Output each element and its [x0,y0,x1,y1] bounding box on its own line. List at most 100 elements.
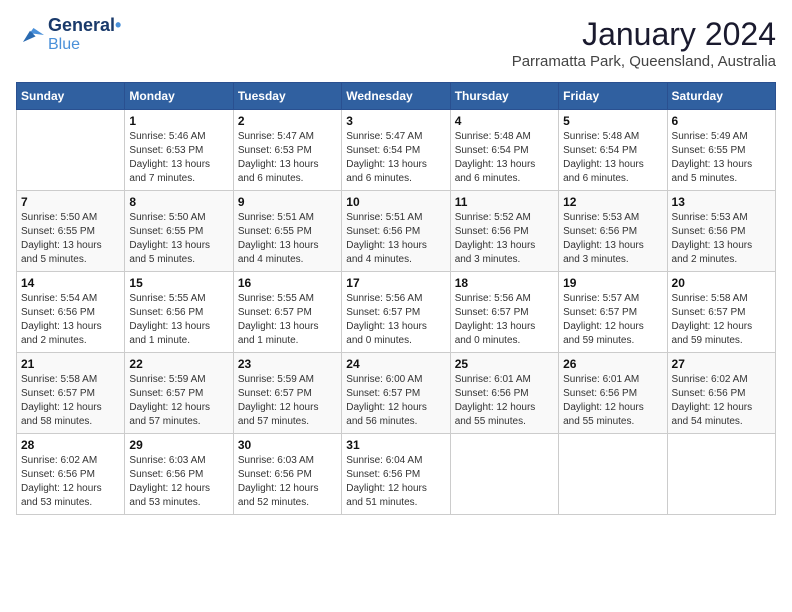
calendar-cell: 27 Sunrise: 6:02 AM Sunset: 6:56 PM Dayli… [667,353,775,434]
day-info: Sunrise: 6:01 AM Sunset: 6:56 PM Dayligh… [455,373,554,429]
month-title: January 2024 [512,16,776,53]
day-info: Sunrise: 5:51 AM Sunset: 6:56 PM Dayligh… [346,211,445,267]
day-number: 30 [238,438,337,452]
day-number: 16 [238,276,337,290]
day-info: Sunrise: 5:46 AM Sunset: 6:53 PM Dayligh… [129,130,228,186]
day-number: 8 [129,195,228,209]
day-number: 7 [21,195,120,209]
day-number: 15 [129,276,228,290]
day-number: 5 [563,114,662,128]
calendar-cell: 18 Sunrise: 5:56 AM Sunset: 6:57 PM Dayli… [450,272,558,353]
day-info: Sunrise: 5:53 AM Sunset: 6:56 PM Dayligh… [563,211,662,267]
calendar-cell: 20Sunrise: 5:58 AM Sunset: 6:57 PM Dayli… [667,272,775,353]
day-number: 6 [672,114,771,128]
calendar-table: SundayMondayTuesdayWednesdayThursdayFrid… [16,82,776,515]
day-number: 1 [129,114,228,128]
day-number: 14 [21,276,120,290]
calendar-cell: 22 Sunrise: 5:59 AM Sunset: 6:57 PM Dayli… [125,353,233,434]
day-number: 21 [21,357,120,371]
day-info: Sunrise: 5:49 AM Sunset: 6:55 PM Dayligh… [672,130,771,186]
calendar-cell [17,110,125,191]
day-info: Sunrise: 6:02 AM Sunset: 6:56 PM Dayligh… [21,454,120,510]
calendar-cell: 8 Sunrise: 5:50 AM Sunset: 6:55 PM Daylig… [125,191,233,272]
day-info: Sunrise: 5:58 AM Sunset: 6:57 PM Dayligh… [672,292,771,348]
day-number: 23 [238,357,337,371]
day-info: Sunrise: 5:56 AM Sunset: 6:57 PM Dayligh… [455,292,554,348]
day-info: Sunrise: 5:50 AM Sunset: 6:55 PM Dayligh… [21,211,120,267]
day-info: Sunrise: 5:47 AM Sunset: 6:54 PM Dayligh… [346,130,445,186]
calendar-cell: 11 Sunrise: 5:52 AM Sunset: 6:56 PM Dayli… [450,191,558,272]
calendar-cell: 3 Sunrise: 5:47 AM Sunset: 6:54 PM Daylig… [342,110,450,191]
day-number: 26 [563,357,662,371]
calendar-cell: 21Sunrise: 5:58 AM Sunset: 6:57 PM Dayli… [17,353,125,434]
day-number: 28 [21,438,120,452]
location-title: Parramatta Park, Queensland, Australia [512,53,776,70]
calendar-cell: 14 Sunrise: 5:54 AM Sunset: 6:56 PM Dayli… [17,272,125,353]
week-row-1: 1 Sunrise: 5:46 AM Sunset: 6:53 PM Daylig… [17,110,776,191]
day-header-thursday: Thursday [450,83,558,110]
day-number: 12 [563,195,662,209]
day-info: Sunrise: 5:54 AM Sunset: 6:56 PM Dayligh… [21,292,120,348]
calendar-cell: 13 Sunrise: 5:53 AM Sunset: 6:56 PM Dayli… [667,191,775,272]
day-number: 19 [563,276,662,290]
calendar-cell: 19 Sunrise: 5:57 AM Sunset: 6:57 PM Dayli… [559,272,667,353]
calendar-cell: 23Sunrise: 5:59 AM Sunset: 6:57 PM Dayli… [233,353,341,434]
week-row-3: 14 Sunrise: 5:54 AM Sunset: 6:56 PM Dayli… [17,272,776,353]
day-number: 25 [455,357,554,371]
day-info: Sunrise: 5:59 AM Sunset: 6:57 PM Dayligh… [129,373,228,429]
week-row-5: 28 Sunrise: 6:02 AM Sunset: 6:56 PM Dayli… [17,434,776,515]
day-number: 24 [346,357,445,371]
calendar-cell: 7 Sunrise: 5:50 AM Sunset: 6:55 PM Daylig… [17,191,125,272]
calendar-cell: 1 Sunrise: 5:46 AM Sunset: 6:53 PM Daylig… [125,110,233,191]
day-number: 2 [238,114,337,128]
day-info: Sunrise: 6:01 AM Sunset: 6:56 PM Dayligh… [563,373,662,429]
day-number: 18 [455,276,554,290]
calendar-cell: 6 Sunrise: 5:49 AM Sunset: 6:55 PM Daylig… [667,110,775,191]
day-info: Sunrise: 6:02 AM Sunset: 6:56 PM Dayligh… [672,373,771,429]
day-info: Sunrise: 5:57 AM Sunset: 6:57 PM Dayligh… [563,292,662,348]
day-info: Sunrise: 6:00 AM Sunset: 6:57 PM Dayligh… [346,373,445,429]
day-info: Sunrise: 5:48 AM Sunset: 6:54 PM Dayligh… [563,130,662,186]
day-number: 13 [672,195,771,209]
calendar-cell: 24 Sunrise: 6:00 AM Sunset: 6:57 PM Dayli… [342,353,450,434]
week-row-4: 21Sunrise: 5:58 AM Sunset: 6:57 PM Dayli… [17,353,776,434]
calendar-cell: 9 Sunrise: 5:51 AM Sunset: 6:55 PM Daylig… [233,191,341,272]
calendar-cell: 17Sunrise: 5:56 AM Sunset: 6:57 PM Dayli… [342,272,450,353]
calendar-cell: 29 Sunrise: 6:03 AM Sunset: 6:56 PM Dayli… [125,434,233,515]
day-number: 22 [129,357,228,371]
day-number: 31 [346,438,445,452]
calendar-cell: 25 Sunrise: 6:01 AM Sunset: 6:56 PM Dayli… [450,353,558,434]
day-number: 9 [238,195,337,209]
day-number: 3 [346,114,445,128]
day-number: 27 [672,357,771,371]
calendar-cell: 26 Sunrise: 6:01 AM Sunset: 6:56 PM Dayli… [559,353,667,434]
calendar-cell: 12 Sunrise: 5:53 AM Sunset: 6:56 PM Dayli… [559,191,667,272]
day-header-sunday: Sunday [17,83,125,110]
day-info: Sunrise: 5:51 AM Sunset: 6:55 PM Dayligh… [238,211,337,267]
calendar-cell: 15 Sunrise: 5:55 AM Sunset: 6:56 PM Dayli… [125,272,233,353]
calendar-cell [667,434,775,515]
calendar-cell: 10Sunrise: 5:51 AM Sunset: 6:56 PM Dayli… [342,191,450,272]
day-info: Sunrise: 6:04 AM Sunset: 6:56 PM Dayligh… [346,454,445,510]
day-number: 29 [129,438,228,452]
day-info: Sunrise: 5:52 AM Sunset: 6:56 PM Dayligh… [455,211,554,267]
day-info: Sunrise: 6:03 AM Sunset: 6:56 PM Dayligh… [238,454,337,510]
day-number: 11 [455,195,554,209]
page-header: General• Blue January 2024 Parramatta Pa… [16,16,776,70]
calendar-cell: 4Sunrise: 5:48 AM Sunset: 6:54 PM Daylig… [450,110,558,191]
day-number: 17 [346,276,445,290]
day-header-monday: Monday [125,83,233,110]
day-info: Sunrise: 5:55 AM Sunset: 6:56 PM Dayligh… [129,292,228,348]
day-info: Sunrise: 5:53 AM Sunset: 6:56 PM Dayligh… [672,211,771,267]
day-header-tuesday: Tuesday [233,83,341,110]
logo-text: General• Blue [48,16,121,53]
calendar-cell: 5 Sunrise: 5:48 AM Sunset: 6:54 PM Daylig… [559,110,667,191]
day-info: Sunrise: 6:03 AM Sunset: 6:56 PM Dayligh… [129,454,228,510]
calendar-cell: 16Sunrise: 5:55 AM Sunset: 6:57 PM Dayli… [233,272,341,353]
calendar-cell: 2Sunrise: 5:47 AM Sunset: 6:53 PM Daylig… [233,110,341,191]
title-block: January 2024 Parramatta Park, Queensland… [512,16,776,70]
calendar-cell [559,434,667,515]
day-header-friday: Friday [559,83,667,110]
logo: General• Blue [16,16,121,53]
day-info: Sunrise: 5:50 AM Sunset: 6:55 PM Dayligh… [129,211,228,267]
